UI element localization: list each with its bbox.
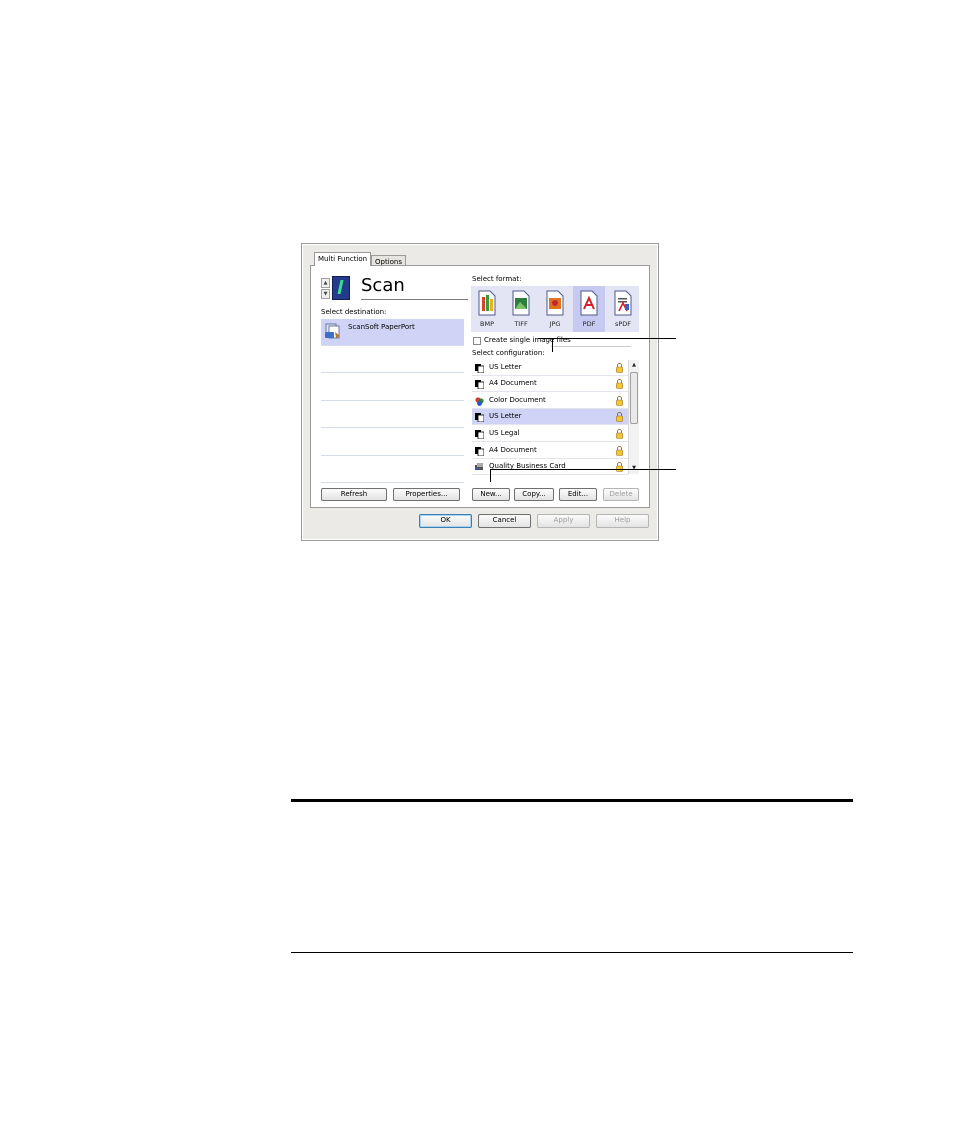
- list-item[interactable]: Color Document: [472, 393, 628, 409]
- scan-button-icon: [332, 276, 350, 300]
- format-bmp[interactable]: BMP: [471, 286, 503, 332]
- apply-button[interactable]: Apply: [537, 514, 590, 528]
- bw-document-icon: [475, 364, 484, 373]
- format-pdf[interactable]: PDF: [573, 286, 605, 332]
- lock-icon: [616, 462, 623, 472]
- bw-document-icon: [475, 413, 484, 422]
- scroll-down-button[interactable]: ▼: [321, 289, 330, 299]
- bw-document-icon: [475, 380, 484, 389]
- scrollbar-thumb[interactable]: [630, 372, 638, 424]
- format-tiff[interactable]: TIFF: [505, 286, 537, 332]
- format-label: PDF: [582, 320, 596, 328]
- select-configuration-label: Select configuration:: [472, 349, 545, 357]
- scroll-up-button[interactable]: ▲: [321, 278, 330, 288]
- list-item: [321, 456, 464, 483]
- scroll-up-arrow-icon[interactable]: ▲: [631, 361, 637, 369]
- select-format-label: Select format:: [472, 275, 522, 283]
- bw-document-icon: [475, 430, 484, 439]
- bmp-icon: [478, 290, 496, 316]
- copy-button[interactable]: Copy...: [514, 488, 554, 501]
- lock-icon: [616, 412, 623, 422]
- format-label: sPDF: [614, 320, 632, 328]
- list-item-label: A4 Document: [489, 379, 537, 387]
- destination-list[interactable]: ScanSoft PaperPort: [321, 319, 464, 483]
- page-title: Scan: [361, 275, 405, 296]
- color-document-icon: [475, 397, 484, 406]
- format-jpg[interactable]: JPG: [539, 286, 571, 332]
- scan-settings-dialog: Multi Function Options ▲ ▼ Scan Select d…: [301, 243, 659, 541]
- ok-button[interactable]: OK: [419, 514, 472, 528]
- lock-icon: [616, 396, 623, 406]
- divider: [291, 799, 853, 802]
- lock-icon: [616, 446, 623, 456]
- delete-button[interactable]: Delete: [603, 488, 639, 501]
- callout-line: [552, 339, 553, 352]
- scroll-down-arrow-icon[interactable]: ▼: [631, 464, 637, 472]
- divider: [551, 346, 631, 347]
- format-label: JPG: [549, 320, 561, 328]
- business-card-icon: [475, 463, 483, 471]
- edit-button[interactable]: Edit...: [559, 488, 597, 501]
- help-button[interactable]: Help: [596, 514, 649, 528]
- jpg-icon: [546, 290, 564, 316]
- lock-icon: [616, 429, 623, 439]
- format-label: TIFF: [514, 320, 528, 328]
- cancel-button[interactable]: Cancel: [478, 514, 531, 528]
- single-image-checkbox[interactable]: [473, 337, 481, 345]
- list-item: [321, 374, 464, 401]
- properties-button[interactable]: Properties...: [393, 488, 460, 501]
- refresh-button[interactable]: Refresh: [321, 488, 387, 501]
- list-item-label: A4 Document: [489, 446, 537, 454]
- list-item[interactable]: US Letter: [472, 409, 628, 425]
- new-button[interactable]: New...: [472, 488, 510, 501]
- format-spdf[interactable]: sPDF: [607, 286, 639, 332]
- list-item[interactable]: A4 Document: [472, 443, 628, 459]
- pdf-icon: [580, 290, 598, 316]
- list-item-label: US Legal: [489, 429, 520, 437]
- list-item[interactable]: US Legal: [472, 426, 628, 442]
- list-item: [321, 401, 464, 428]
- lock-icon: [616, 363, 623, 373]
- list-item-label: US Letter: [489, 412, 522, 420]
- configuration-scrollbar[interactable]: ▲ ▼: [628, 360, 639, 474]
- callout-line: [538, 338, 676, 339]
- format-selector: BMP TIFF JPG PDF sPDF: [471, 286, 639, 332]
- lock-icon: [616, 379, 623, 389]
- tab-panel: ▲ ▼ Scan Select destination: ScanSoft Pa…: [310, 265, 650, 508]
- list-item-label: Color Document: [489, 396, 546, 404]
- destination-item-label: ScanSoft PaperPort: [348, 323, 415, 331]
- list-item: [321, 346, 464, 373]
- divider: [291, 952, 853, 953]
- spdf-icon: [614, 290, 632, 316]
- callout-line: [490, 469, 676, 470]
- list-item-label: US Letter: [489, 363, 522, 371]
- bw-document-icon: [475, 447, 484, 456]
- title-underline: [361, 299, 468, 300]
- destination-item[interactable]: ScanSoft PaperPort: [321, 319, 464, 346]
- list-item[interactable]: A4 Document: [472, 376, 628, 392]
- tab-multi-function[interactable]: Multi Function: [314, 252, 372, 266]
- configuration-list[interactable]: US Letter A4 Document Color Document US …: [472, 360, 628, 475]
- select-destination-label: Select destination:: [321, 308, 387, 316]
- list-item: [321, 429, 464, 456]
- list-item[interactable]: Quality Business Card: [472, 459, 628, 475]
- tiff-icon: [512, 290, 530, 316]
- paperport-icon: [325, 323, 340, 339]
- callout-line: [490, 469, 491, 482]
- format-label: BMP: [480, 320, 494, 328]
- list-item[interactable]: US Letter: [472, 360, 628, 376]
